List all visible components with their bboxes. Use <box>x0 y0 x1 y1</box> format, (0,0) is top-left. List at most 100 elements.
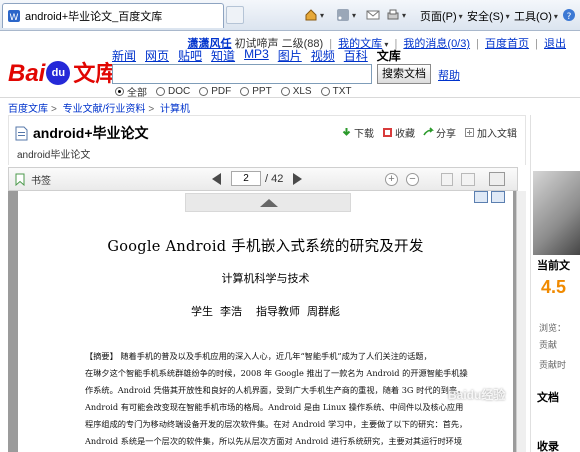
share-icon <box>423 127 434 138</box>
document-viewport[interactable]: Google Android 手机嵌入式系统的研究及开发 计算机科学与技术 学生… <box>8 191 526 452</box>
nav-video[interactable]: 视频 <box>311 47 335 64</box>
doc-rating: 4.5 <box>541 277 567 297</box>
share-button[interactable]: 分享 <box>423 125 456 140</box>
breadcrumb-computer[interactable]: 计算机 <box>160 104 190 115</box>
breadcrumb-category[interactable]: 专业文献/行业资料 <box>63 104 146 115</box>
author-avatar[interactable] <box>533 171 580 255</box>
radio-icon <box>320 87 330 96</box>
nav-wenku-current: 文库 <box>376 49 401 63</box>
collapse-toolbar-button[interactable] <box>185 193 351 212</box>
home-icon[interactable]: ▾ <box>304 8 324 22</box>
page-menu[interactable]: 页面(P) ▾ <box>420 8 463 24</box>
tab-title: android+毕业论文_百度文库 <box>25 11 163 23</box>
page-navigator: 2 / 42 <box>212 171 303 186</box>
svg-text:?: ? <box>567 12 572 22</box>
prev-page-icon[interactable] <box>212 172 221 185</box>
help-icon[interactable]: ? <box>562 8 576 22</box>
doc-section-label: 文档 <box>537 392 559 404</box>
single-page-view-icon[interactable] <box>441 173 453 186</box>
abstract-line: 作系统。Android 凭借其开放性和良好的人机界面，受到广大手机生产商的重视，… <box>85 385 466 396</box>
document-icon <box>15 126 28 141</box>
fullscreen-icon[interactable] <box>489 172 505 186</box>
paper-abstract: 【摘要】 随着手机的普及以及手机应用的深入人心，近几年“智能手机”成为了人们关注… <box>85 348 480 451</box>
abstract-line: 在琳夕这个智能手机系统群雄纷争的时候，2008 年 Google 推出了一款名为… <box>85 368 468 379</box>
mail-icon[interactable] <box>366 8 380 22</box>
favorite-icon <box>382 127 393 138</box>
abstract-line: Android 有可能会改变现在智能手机市场的格局。Android 是由 Lin… <box>85 402 464 413</box>
baidu-wenku-logo[interactable]: Bai du 文库 <box>8 57 117 87</box>
reader-toolbar: 书签 2 / 42 + − <box>8 167 518 191</box>
page-tools <box>474 191 505 203</box>
nav-mp3[interactable]: MP3 <box>244 47 269 64</box>
abstract-line: Android 系统是一个层次的软件集，所以先从层次方面对 Android 进行… <box>85 436 463 447</box>
baidu-home-link[interactable]: 百度首页 <box>485 38 529 50</box>
new-tab-button[interactable] <box>226 6 244 24</box>
favorite-button[interactable]: 收藏 <box>382 125 415 140</box>
nav-tieba[interactable]: 贴吧 <box>178 47 202 64</box>
nav-images[interactable]: 图片 <box>278 47 302 64</box>
browser-tab[interactable]: W android+毕业论文_百度文库 <box>2 3 224 28</box>
browser-toolbar: W android+毕业论文_百度文库 ▾ ▾ ▾ 页面(P) ▾ 安全(S) ▾ … <box>0 0 580 31</box>
search-input[interactable] <box>112 64 372 84</box>
wenku-favicon-icon: W <box>7 9 21 23</box>
nav-zhidao[interactable]: 知道 <box>211 47 235 64</box>
add-to-collection-button[interactable]: 加入文辑 <box>464 125 517 140</box>
messages-link[interactable]: 我的消息(0/3) <box>403 38 470 50</box>
help-link[interactable]: 帮助 <box>438 67 460 83</box>
radio-icon <box>199 87 209 96</box>
radio-checked-icon <box>115 87 124 96</box>
safety-menu[interactable]: 安全(S) ▾ <box>467 8 510 24</box>
contrib-label: 贡献 <box>539 340 558 350</box>
breadcrumb: 百度文库 > 专业文献/行业资料 > 计算机 <box>8 104 191 115</box>
abstract-line: 程序组成的专门为移动终端设备开发的层次软件集。在对 Android 学习中，主要… <box>85 419 468 430</box>
tools-menu-label: 工具(O) <box>514 11 552 23</box>
paw-icon: du <box>46 61 71 85</box>
page-menu-label: 页面(P) <box>420 11 457 23</box>
doc-actions: 下载 收藏 分享 加入文辑 <box>341 125 517 140</box>
total-pages: / 42 <box>265 172 284 185</box>
header-divider <box>0 97 580 98</box>
document-page: Google Android 手机嵌入式系统的研究及开发 计算机科学与技术 学生… <box>18 191 513 452</box>
collapse-up-icon <box>260 199 278 207</box>
paper-major: 计算机科学与技术 <box>221 272 310 285</box>
paper-authors: 学生 李浩 指导教师 周群彪 <box>191 305 340 318</box>
product-nav: 新闻 网页 贴吧 知道 MP3 图片 视频 百科 文库 <box>112 47 401 64</box>
paper-title: Google Android 手机嵌入式系统的研究及开发 <box>107 239 424 255</box>
bookmark-button[interactable]: 书签 <box>15 172 51 187</box>
nav-news[interactable]: 新闻 <box>112 47 136 64</box>
breadcrumb-wenku[interactable]: 百度文库 <box>8 104 48 115</box>
print-icon[interactable]: ▾ <box>386 8 406 22</box>
watermark: Baidu经验 <box>448 388 506 402</box>
views-label: 浏览： <box>539 323 567 333</box>
zoom-out-icon[interactable]: − <box>406 173 419 186</box>
svg-text:W: W <box>10 13 19 23</box>
collect-label: 收录 <box>537 441 559 452</box>
abstract-line: 【摘要】 随着手机的普及以及手机应用的深入人心，近几年“智能手机”成为了人们关注… <box>85 351 432 361</box>
radio-icon <box>156 87 165 96</box>
download-button[interactable]: 下载 <box>341 125 374 140</box>
safety-menu-label: 安全(S) <box>467 11 504 23</box>
document-header: android+毕业论文 android毕业论文 下载 收藏 分享 加入文辑 <box>8 115 526 165</box>
doc-subtitle: android毕业论文 <box>17 150 91 161</box>
doc-title: android+毕业论文 <box>33 125 149 141</box>
tools-menu[interactable]: 工具(O) ▾ <box>514 8 558 24</box>
double-page-view-icon[interactable] <box>461 173 475 186</box>
zoom-in-icon[interactable]: + <box>385 173 398 186</box>
radio-icon <box>240 87 250 96</box>
page-expand-icon[interactable] <box>491 191 505 203</box>
current-doc-label: 当前文 <box>537 260 570 272</box>
page-number-input[interactable]: 2 <box>231 171 261 186</box>
radio-icon <box>280 87 290 96</box>
search-button[interactable]: 搜索文档 <box>377 64 431 84</box>
download-icon <box>341 127 352 138</box>
nav-baike[interactable]: 百科 <box>344 47 368 64</box>
contrib-time-label: 贡献时 <box>539 360 567 370</box>
add-collection-icon <box>464 127 475 138</box>
right-sidebar: 当前文 4.5 浏览： 贡献 贡献时 文档 收录 <box>530 115 580 452</box>
feeds-icon[interactable]: ▾ <box>336 8 356 22</box>
page-copy-icon[interactable] <box>474 191 488 203</box>
logout-link[interactable]: 退出 <box>544 38 566 50</box>
nav-web[interactable]: 网页 <box>145 47 169 64</box>
viewport-scrollbar[interactable] <box>516 191 526 452</box>
next-page-icon[interactable] <box>293 172 303 185</box>
